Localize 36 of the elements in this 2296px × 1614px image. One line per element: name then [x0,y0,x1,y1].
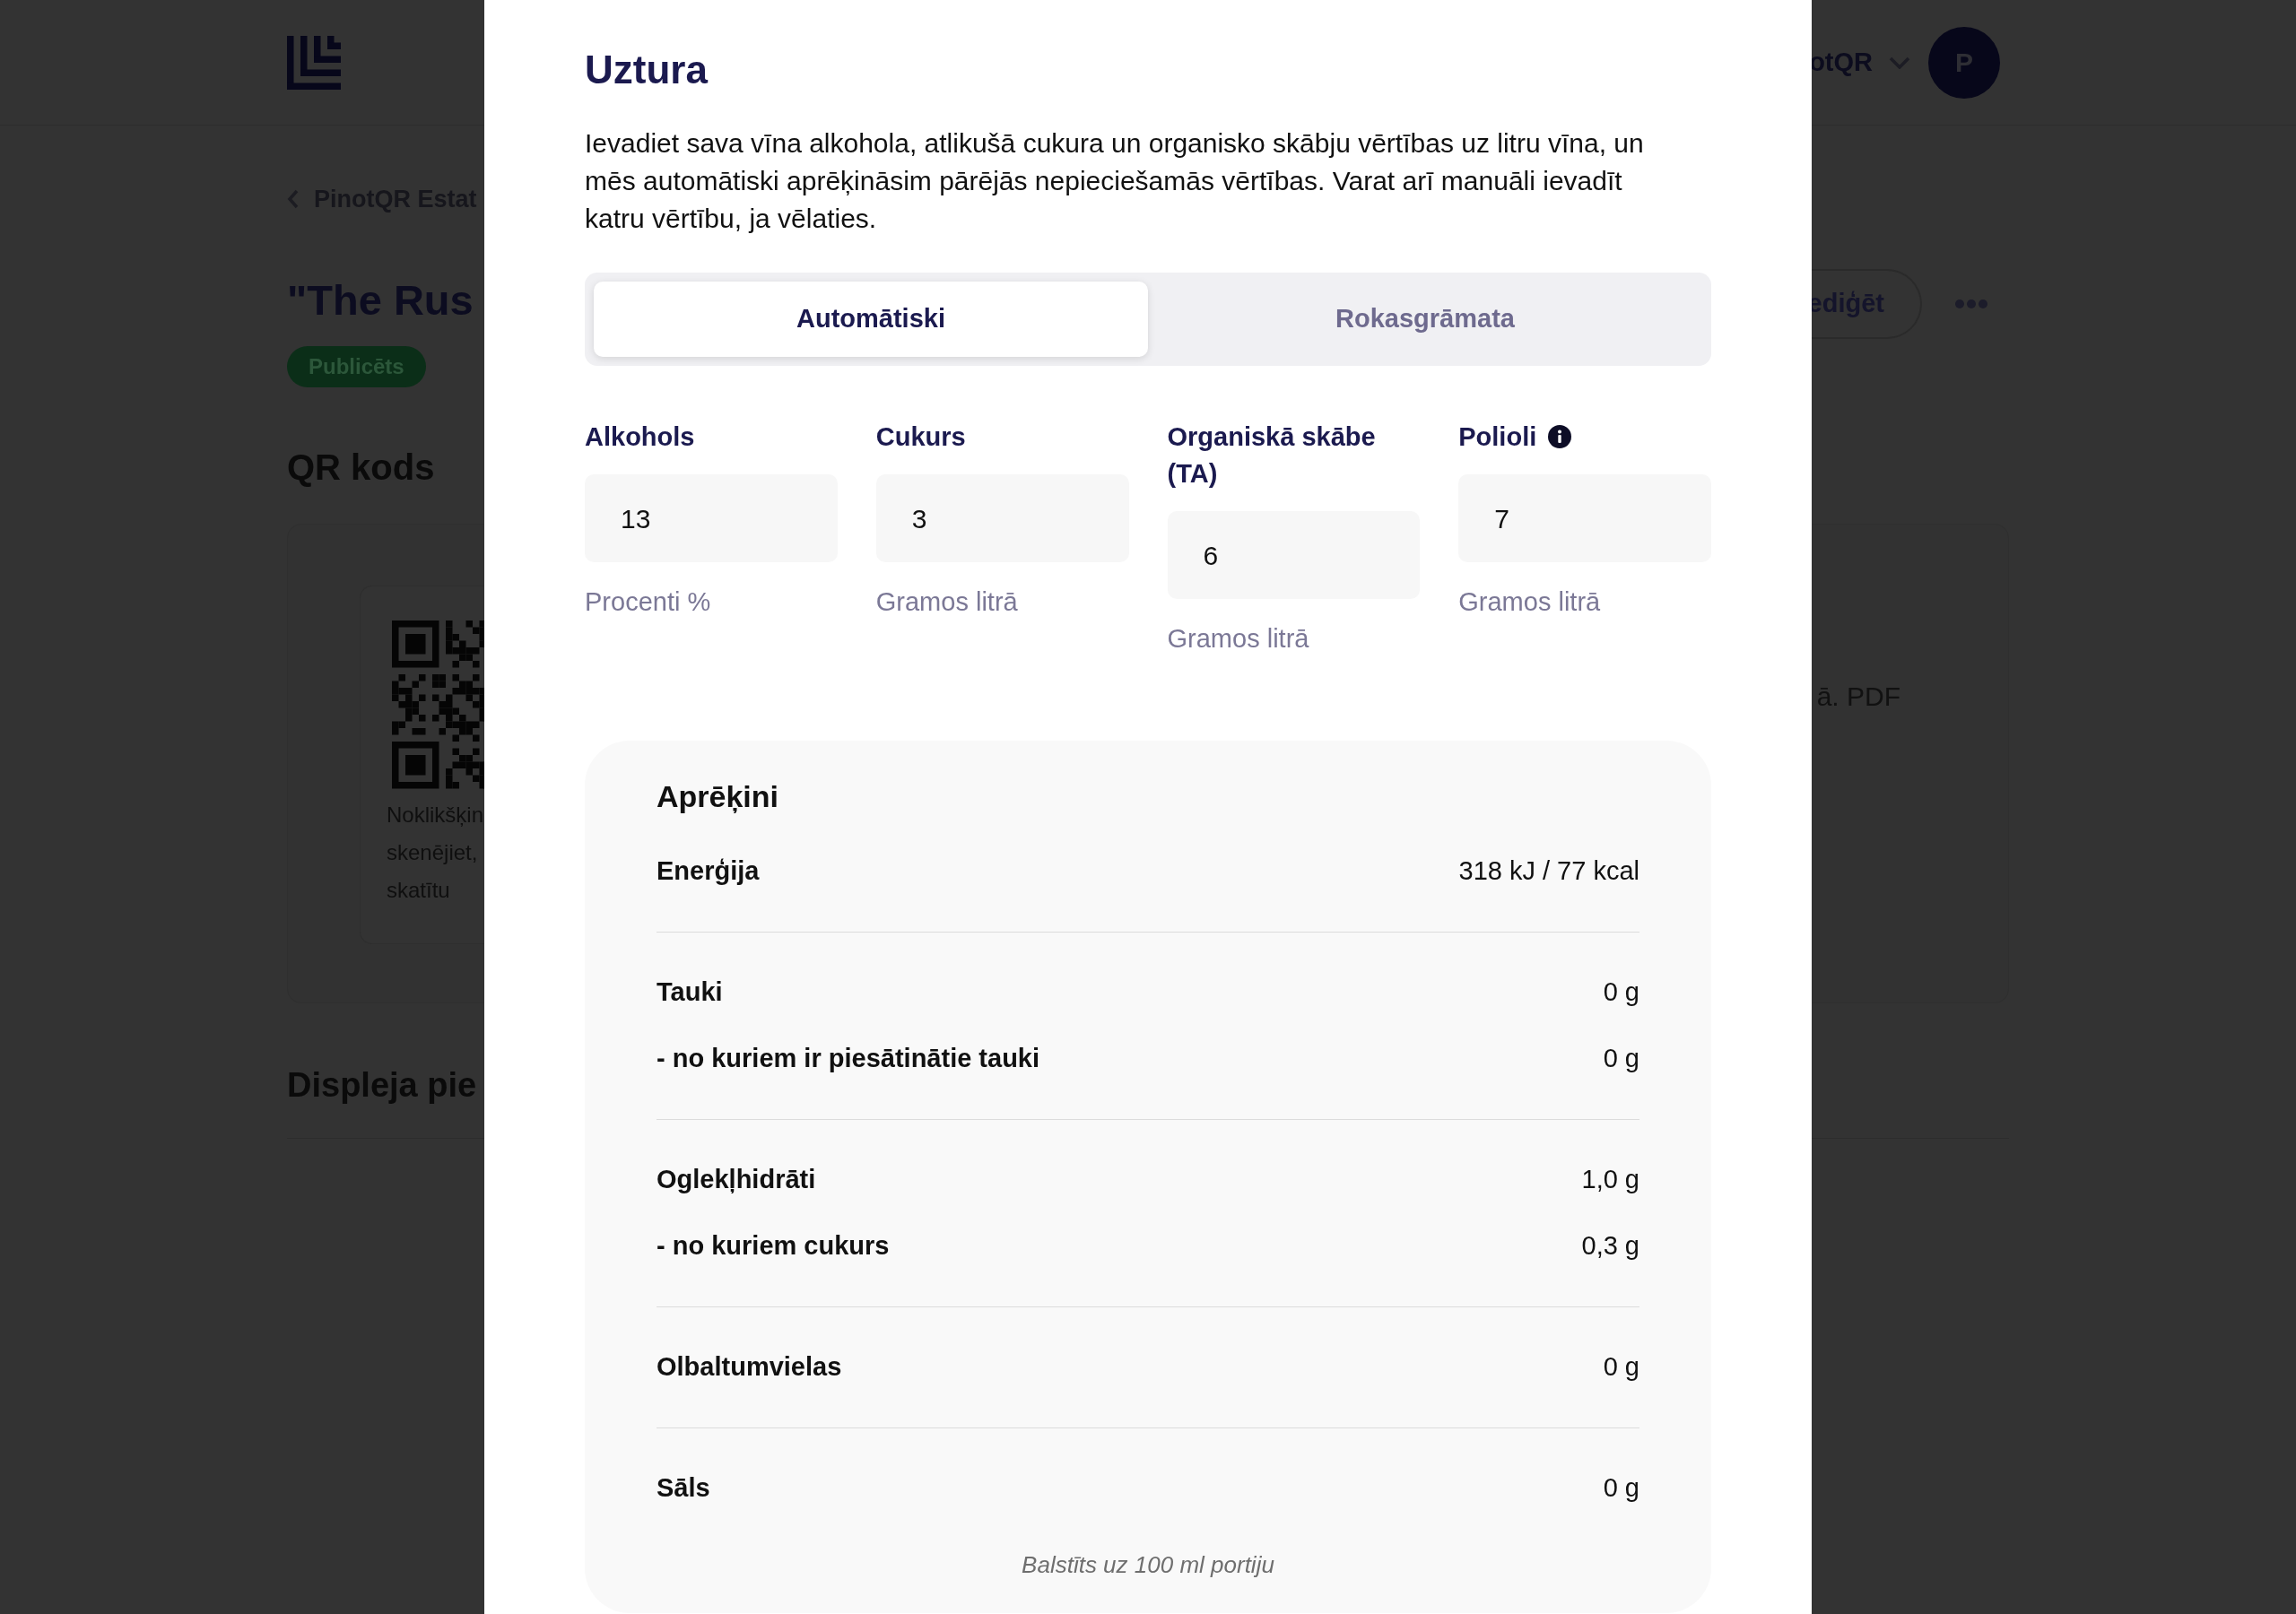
logo-icon[interactable] [287,35,341,90]
mode-tab[interactable]: Rokasgrāmata [1148,282,1702,357]
nutrient-value: 318 kJ / 77 kcal [1458,855,1639,888]
field-label: Organiskā skābe (TA) [1167,421,1377,490]
nutrient-label: Enerģija [657,855,760,888]
serving-note: Balstīts uz 100 ml portiju [1022,1550,1274,1580]
nutrient-value: 1,0 g [1581,1164,1639,1196]
input-field[interactable]: 3 [875,474,1129,562]
nutrient-value: 0 g [1603,1043,1639,1075]
dialog-title: Uztura [585,48,708,92]
nutrient-value: 0 g [1603,1351,1639,1384]
field-unit: Procenti % [585,586,711,618]
nutrient-value: 0 g [1603,1472,1639,1505]
nutrient-label: Olbaltumvielas [657,1351,842,1384]
field-unit: Gramos litrā [875,586,1018,618]
input-field[interactable]: 7 [1458,474,1711,562]
info-icon[interactable] [1548,425,1572,448]
field-label: Cukurs [875,421,966,453]
dialog-description: Ievadiet sava vīna alkohola, atlikušā cukura un organisko skābju vērtības uz litru vīna, un mēs automātiski aprēķināsim pārējās nepieciešamās vērtības. Varat arī manuāli ievadīt katru vērtību, ja vēlaties. [585,127,1645,235]
field-unit: Gramos litrā [1458,586,1601,618]
chevron-left-icon[interactable] [287,189,300,209]
panel-title: Aprēķini [657,778,779,815]
input-field[interactable]: 13 [585,474,838,562]
mode-tab[interactable]: Automātiski [594,282,1148,357]
nutrient-label: - no kuriem cukurs [657,1230,890,1263]
more-icon[interactable] [1955,299,1987,308]
nutrient-label: Oglekļhidrāti [657,1164,816,1196]
field-unit: Gramos litrā [1167,623,1309,655]
nutrient-value: 0,3 g [1581,1230,1639,1263]
nutrient-label: Tauki [657,976,723,1009]
nutrient-value: 0 g [1603,976,1639,1009]
field-label: Polioli [1458,421,1537,453]
nutrient-label: Sāls [657,1472,710,1505]
input-field[interactable]: 6 [1167,511,1421,599]
nutrient-label: - no kuriem ir piesātinātie tauki [657,1043,1040,1075]
field-label: Alkohols [585,421,695,453]
